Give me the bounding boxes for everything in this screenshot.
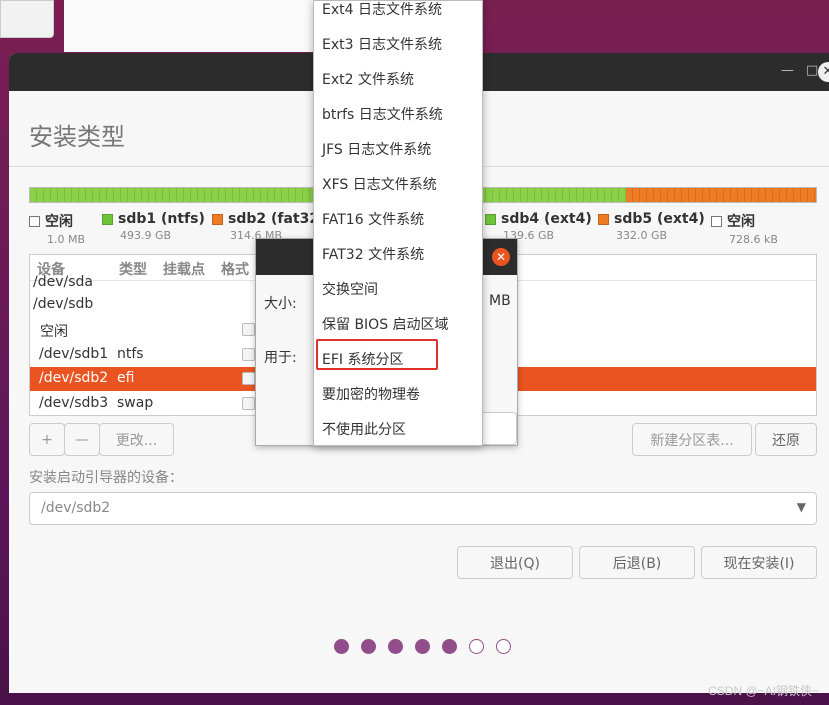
legend-swatch [485, 213, 496, 225]
back-button[interactable]: 后退(B) [579, 546, 695, 579]
quit-button[interactable]: 退出(Q) [457, 546, 573, 579]
background-window-strip [64, 0, 314, 52]
legend-swatch [102, 213, 113, 225]
menu-item[interactable]: Ext4 日志文件系统 [322, 0, 442, 19]
page-title: 安装类型 [29, 123, 125, 151]
legend-size: 728.6 kB [729, 233, 778, 246]
legend-label: sdb1 (ntfs) [102, 211, 205, 227]
legend-label: sdb2 (fat32) [212, 211, 326, 227]
progress-dots [334, 639, 511, 654]
legend-item: sdb1 (ntfs) 493.9 GB [102, 211, 205, 242]
progress-dot [442, 639, 457, 654]
legend-label: sdb5 (ext4) [598, 211, 705, 227]
device-cell: /dev/sdb3 [39, 395, 109, 411]
bootloader-label: 安装启动引导器的设备： [29, 470, 183, 486]
legend-name: sdb1 (ntfs) [118, 211, 205, 227]
new-partition-table-button[interactable]: 新建分区表... [632, 423, 752, 456]
legend-swatch [212, 213, 223, 225]
legend-swatch [29, 215, 40, 227]
legend-item: sdb5 (ext4) 332.0 GB [598, 211, 705, 242]
bootloader-value: /dev/sdb2 [41, 500, 111, 516]
menu-item[interactable]: 要加密的物理卷 [322, 384, 420, 404]
device-cell: 空闲 [40, 324, 68, 340]
maximize-icon[interactable]: □ [806, 63, 818, 78]
close-icon[interactable]: ✕ [818, 62, 829, 82]
format-checkbox[interactable] [242, 323, 255, 336]
menu-item[interactable]: 交换空间 [322, 279, 378, 299]
legend-item: 空闲 728.6 kB [711, 211, 778, 246]
menu-item[interactable]: JFS 日志文件系统 [322, 139, 431, 159]
change-partition-button[interactable]: 更改... [99, 423, 174, 456]
add-partition-button[interactable]: + [29, 423, 65, 456]
background-window [0, 0, 54, 38]
menu-item[interactable]: FAT32 文件系统 [322, 244, 424, 264]
progress-dot [388, 639, 403, 654]
type-cell: ntfs [117, 346, 144, 362]
chevron-down-icon: ▼ [796, 500, 806, 514]
bootloader-device-select[interactable]: /dev/sdb2 ▼ [29, 492, 817, 525]
use-as-label: 用于: [264, 350, 297, 366]
legend-swatch [598, 213, 609, 225]
install-now-button[interactable]: 现在安装(I) [701, 546, 817, 579]
legend-item: 空闲 1.0 MB [29, 211, 85, 246]
format-checkbox[interactable] [242, 397, 255, 410]
device-cell: /dev/sdb2 [39, 370, 109, 386]
legend-swatch [711, 215, 722, 227]
partition-segment-sdb1 [30, 188, 311, 202]
size-label: 大小: [264, 296, 297, 312]
progress-dot [361, 639, 376, 654]
dialog-field[interactable] [479, 412, 517, 445]
legend-name: 空闲 [45, 214, 73, 230]
legend-size: 1.0 MB [47, 233, 86, 246]
progress-dot [496, 639, 511, 654]
menu-item[interactable]: FAT16 文件系统 [322, 209, 424, 229]
format-checkbox[interactable] [242, 372, 255, 385]
legend-name: sdb2 (fat32) [228, 211, 326, 227]
partition-segment-sdb4 [548, 188, 626, 202]
close-icon[interactable]: ✕ [492, 248, 510, 266]
partition-segment-sdb3 [485, 188, 549, 202]
remove-partition-button[interactable]: — [64, 423, 100, 456]
size-unit-label: MB [489, 293, 511, 309]
device-cell: /dev/sdb1 [39, 346, 109, 362]
device-cell: /dev/sdb [33, 296, 94, 312]
watermark: CSDN @~AI钢铁侠~ [708, 684, 819, 698]
legend-label: 空闲 [29, 211, 85, 231]
format-checkbox[interactable] [242, 348, 255, 361]
device-cell: /dev/sda [33, 274, 93, 290]
legend-label: 空闲 [711, 211, 778, 231]
menu-item[interactable]: 保留 BIOS 启动区域 [322, 314, 449, 334]
minimize-icon[interactable]: — [781, 63, 794, 78]
progress-dot [415, 639, 430, 654]
legend-label: sdb4 (ext4) [485, 211, 592, 227]
menu-item[interactable]: XFS 日志文件系统 [322, 174, 437, 194]
legend-size: 332.0 GB [616, 229, 668, 242]
legend-name: 空闲 [727, 214, 755, 230]
menu-item[interactable]: Ext2 文件系统 [322, 69, 414, 89]
menu-item[interactable]: btrfs 日志文件系统 [322, 104, 443, 124]
type-cell: swap [117, 395, 154, 411]
filesystem-dropdown-menu: Ext4 日志文件系统 Ext3 日志文件系统 Ext2 文件系统 btrfs 日志文… [313, 0, 483, 446]
legend-name: sdb4 (ext4) [501, 211, 592, 227]
annotation-highlight-box [316, 339, 438, 370]
legend-size: 493.9 GB [120, 229, 172, 242]
revert-button[interactable]: 还原 [755, 423, 817, 456]
type-cell: efi [117, 370, 135, 386]
partition-segment-sdb5 [625, 188, 816, 202]
progress-dot [469, 639, 484, 654]
progress-dot [334, 639, 349, 654]
legend-name: sdb5 (ext4) [614, 211, 705, 227]
menu-item[interactable]: Ext3 日志文件系统 [322, 34, 442, 54]
menu-item[interactable]: 不使用此分区 [322, 419, 406, 439]
